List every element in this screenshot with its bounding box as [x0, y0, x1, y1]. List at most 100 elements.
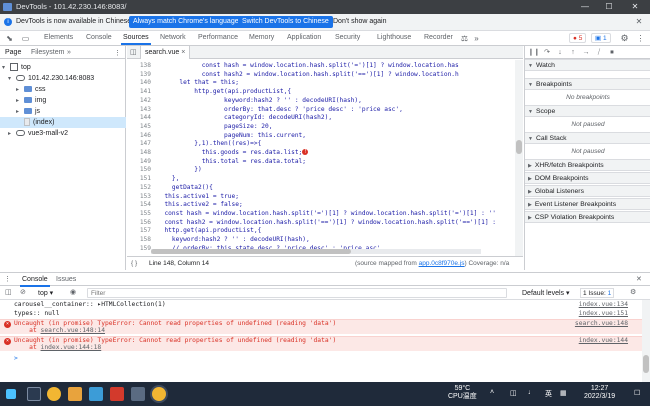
error-marker-icon[interactable]: !	[302, 149, 309, 155]
debugger-section-header[interactable]: ▶ DOM Breakpoints	[525, 172, 650, 184]
line-number[interactable]: 147	[127, 140, 151, 147]
line-number[interactable]: 154	[127, 201, 151, 208]
navigator-menu-icon[interactable]: ⋮	[114, 49, 121, 57]
tree-item-vue3-mall[interactable]: ▸ vue3-mall-v2	[0, 128, 126, 139]
close-window-button[interactable]: ✕	[628, 1, 642, 13]
line-number[interactable]: 155	[127, 210, 151, 217]
editor-vertical-scrollbar[interactable]	[515, 60, 523, 256]
weather-widget[interactable]: 59°C CPU温度	[448, 385, 477, 401]
debugger-section-header[interactable]: ▶ XHR/fetch Breakpoints	[525, 159, 650, 171]
vscode-app-icon[interactable]	[89, 387, 103, 401]
drawer-tab-console[interactable]: Console	[20, 276, 50, 287]
tab-network[interactable]: Network	[160, 34, 186, 41]
tree-item-css[interactable]: ▸ css	[0, 84, 126, 95]
editor-file-tab[interactable]: search.vue ×	[140, 46, 191, 59]
tab-performance[interactable]: Performance	[198, 34, 238, 41]
console-prompt[interactable]: >	[0, 355, 642, 362]
debugger-section-header[interactable]: ▶ CSP Violation Breakpoints	[525, 211, 650, 223]
error-count-badge[interactable]: ● 5	[569, 33, 587, 43]
device-toolbar-icon[interactable]: ▭	[20, 33, 31, 44]
nav-tab-page[interactable]: Page	[5, 49, 21, 56]
line-number[interactable]: 159	[127, 245, 151, 252]
line-number[interactable]: 153	[127, 193, 151, 200]
chrome-devtools-app-icon[interactable]	[152, 387, 166, 401]
line-number[interactable]: 143	[127, 106, 151, 113]
tree-item-index[interactable]: (index)	[0, 117, 126, 128]
toggle-navigator-icon[interactable]: ◫	[130, 48, 137, 56]
tree-item-origin[interactable]: ▾ 101.42.230.146:8083	[0, 73, 126, 84]
notification-center-icon[interactable]: ☐	[634, 389, 640, 397]
more-tabs-icon[interactable]: »	[471, 33, 482, 44]
tab-memory[interactable]: Memory	[249, 34, 274, 41]
drawer-menu-icon[interactable]: ⋮	[4, 275, 11, 283]
line-number[interactable]: 140	[127, 79, 151, 86]
debugger-section-header[interactable]: ▼ Breakpoints	[525, 78, 650, 90]
close-drawer-icon[interactable]: ✕	[636, 275, 642, 283]
code-area[interactable]: 138 const hash = window.location.hash.sp…	[127, 60, 513, 256]
live-expression-eye-icon[interactable]: ◉	[70, 288, 76, 296]
debugger-section-header[interactable]: ▶ Global Listeners	[525, 185, 650, 197]
always-match-language-button[interactable]: Always match Chrome's language	[129, 16, 243, 28]
step-into-icon[interactable]: ↓	[555, 48, 565, 58]
debugger-section-header[interactable]: ▼ Call Stack	[525, 132, 650, 144]
tree-item-js[interactable]: ▸ js	[0, 106, 126, 117]
line-number[interactable]: 146	[127, 132, 151, 139]
console-scrollbar[interactable]	[642, 300, 650, 383]
terminal-app-icon[interactable]	[131, 387, 145, 401]
line-number[interactable]: 152	[127, 184, 151, 191]
line-number[interactable]: 150	[127, 166, 151, 173]
close-file-tab-icon[interactable]: ×	[181, 49, 185, 56]
line-number[interactable]: 148	[127, 149, 151, 156]
source-location-link[interactable]: index.vue:151	[579, 310, 628, 317]
line-number[interactable]: 157	[127, 227, 151, 234]
message-count-badge[interactable]: ▣ 1	[591, 33, 611, 43]
debugger-section-header[interactable]: ▼ Watch	[525, 59, 650, 71]
source-location-link[interactable]: index.vue:144	[579, 337, 628, 344]
line-number[interactable]: 149	[127, 158, 151, 165]
tree-item-img[interactable]: ▸ img	[0, 95, 126, 106]
step-out-icon[interactable]: ↑	[568, 48, 578, 58]
start-windows-icon[interactable]	[6, 389, 16, 399]
filezilla-app-icon[interactable]	[110, 387, 124, 401]
inspect-element-icon[interactable]: ⬊	[4, 33, 15, 44]
line-number[interactable]: 156	[127, 219, 151, 226]
drawer-tab-issues[interactable]: Issues	[56, 276, 76, 283]
console-filter-input[interactable]	[87, 288, 507, 298]
debugger-section-header[interactable]: ▶ Event Listener Breakpoints	[525, 198, 650, 210]
tab-lighthouse[interactable]: Lighthouse	[377, 34, 411, 41]
tree-item-top[interactable]: ▾ top	[0, 62, 126, 73]
network-icon[interactable]: ◫	[510, 389, 517, 397]
clear-console-icon[interactable]: ⊘	[20, 288, 26, 296]
scroll-thumb[interactable]	[643, 355, 649, 373]
chrome-app-icon[interactable]	[47, 387, 61, 401]
tab-application[interactable]: Application	[287, 34, 321, 41]
file-explorer-icon[interactable]	[68, 387, 82, 401]
scroll-thumb[interactable]	[151, 249, 351, 254]
input-method-indicator[interactable]: 英	[545, 389, 552, 399]
settings-gear-icon[interactable]: ⚙	[619, 33, 630, 44]
nav-tab-filesystem[interactable]: Filesystem	[31, 49, 64, 56]
more-options-icon[interactable]: ⋮	[635, 33, 646, 44]
issues-button[interactable]: 1 Issue: 1	[580, 288, 615, 298]
console-settings-gear-icon[interactable]: ⚙	[630, 288, 636, 296]
editor-horizontal-scrollbar[interactable]	[151, 249, 481, 254]
more-nav-tabs-icon[interactable]: »	[67, 49, 71, 56]
close-infobar-icon[interactable]: ✕	[632, 16, 646, 28]
tab-console[interactable]: Console	[86, 34, 112, 41]
line-number[interactable]: 141	[127, 88, 151, 95]
task-view-icon[interactable]	[27, 387, 41, 401]
maximize-button[interactable]: ☐	[602, 1, 616, 13]
stack-frame-link[interactable]: index.vue:144:18	[41, 344, 102, 351]
line-number[interactable]: 145	[127, 123, 151, 130]
source-map-link[interactable]: app.0c8f970e.js	[419, 260, 465, 267]
deactivate-breakpoints-icon[interactable]: ⧸	[594, 48, 604, 58]
volume-icon[interactable]: ♩	[528, 389, 535, 396]
line-number[interactable]: 144	[127, 114, 151, 121]
ime-grid-icon[interactable]: ▦	[560, 389, 567, 397]
line-number[interactable]: 139	[127, 71, 151, 78]
line-number[interactable]: 138	[127, 62, 151, 69]
debugger-section-header[interactable]: ▼ Scope	[525, 105, 650, 117]
log-levels-dropdown[interactable]: Default levels ▾	[522, 289, 570, 297]
context-selector[interactable]: top ▾	[38, 289, 53, 297]
step-over-icon[interactable]: ↷	[542, 48, 552, 58]
